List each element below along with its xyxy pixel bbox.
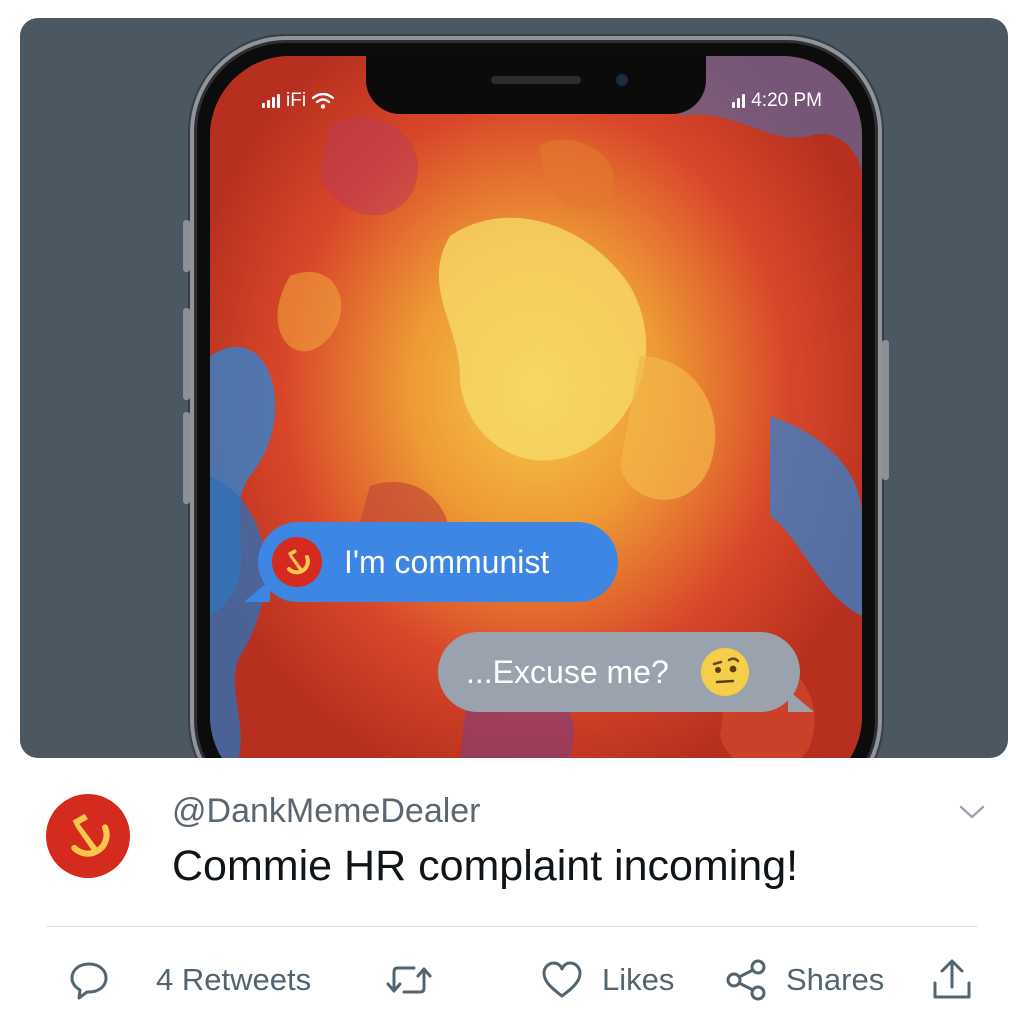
phone-volume-up-button — [183, 308, 190, 400]
avatar[interactable] — [46, 794, 130, 878]
status-bar-right: 4:20 PM — [732, 90, 822, 112]
tweet-actions: 4 Retweets Likes Shares — [0, 952, 1024, 1008]
hammer-sickle-icon — [272, 537, 322, 587]
retweets-label: 4 Retweets — [156, 962, 312, 997]
shares-button[interactable]: Shares — [724, 952, 884, 1008]
phone-notch — [366, 56, 706, 114]
phone-silent-switch — [183, 220, 190, 272]
reply-button[interactable] — [68, 952, 110, 1008]
message-text: I'm communist — [344, 543, 550, 580]
bubble-tail — [244, 580, 270, 602]
phone-mockup: iFi 4:20 PM I'm communist ...Excuse me? — [183, 36, 889, 758]
divider — [46, 926, 978, 927]
upload-button[interactable] — [930, 952, 974, 1008]
cellular-signal-icon-right — [732, 94, 746, 108]
carrier-label: iFi — [286, 90, 307, 111]
clock-label: 4:20 PM — [751, 90, 822, 111]
phone-volume-down-button — [183, 412, 190, 504]
like-button[interactable]: Likes — [540, 952, 674, 1008]
share-nodes-icon — [726, 959, 766, 1001]
retweet-button[interactable] — [384, 952, 434, 1008]
message-bubble-sent[interactable]: I'm communist — [244, 522, 618, 602]
wifi-icon — [312, 93, 335, 109]
tweet-media-image[interactable]: iFi 4:20 PM I'm communist ...Excuse me? — [20, 18, 1008, 758]
phone-power-button — [882, 340, 889, 480]
hammer-sickle-icon — [71, 813, 110, 857]
raised-eyebrow-emoji-icon — [700, 648, 749, 696]
phone-camera — [616, 74, 628, 86]
likes-label: Likes — [602, 962, 675, 997]
status-bar-left: iFi — [262, 90, 335, 112]
cellular-signal-icon — [262, 94, 280, 108]
phone-speaker — [491, 76, 581, 84]
heart-icon — [542, 961, 582, 998]
reply-icon — [70, 962, 108, 1000]
retweet-count[interactable]: 4 Retweets — [156, 952, 311, 1008]
user-handle[interactable]: @DankMemeDealer — [172, 792, 481, 831]
message-text: ...Excuse me? — [466, 653, 669, 690]
chevron-down-icon[interactable] — [958, 804, 986, 820]
shares-label: Shares — [786, 962, 885, 997]
bubble-tail — [788, 690, 814, 712]
tweet-text: Commie HR complaint incoming! — [172, 842, 799, 890]
message-bubble-received[interactable]: ...Excuse me? — [438, 632, 814, 712]
upload-icon — [933, 959, 971, 999]
retweet-icon — [386, 966, 432, 994]
phone-screen: iFi 4:20 PM I'm communist ...Excuse me? — [210, 56, 862, 758]
